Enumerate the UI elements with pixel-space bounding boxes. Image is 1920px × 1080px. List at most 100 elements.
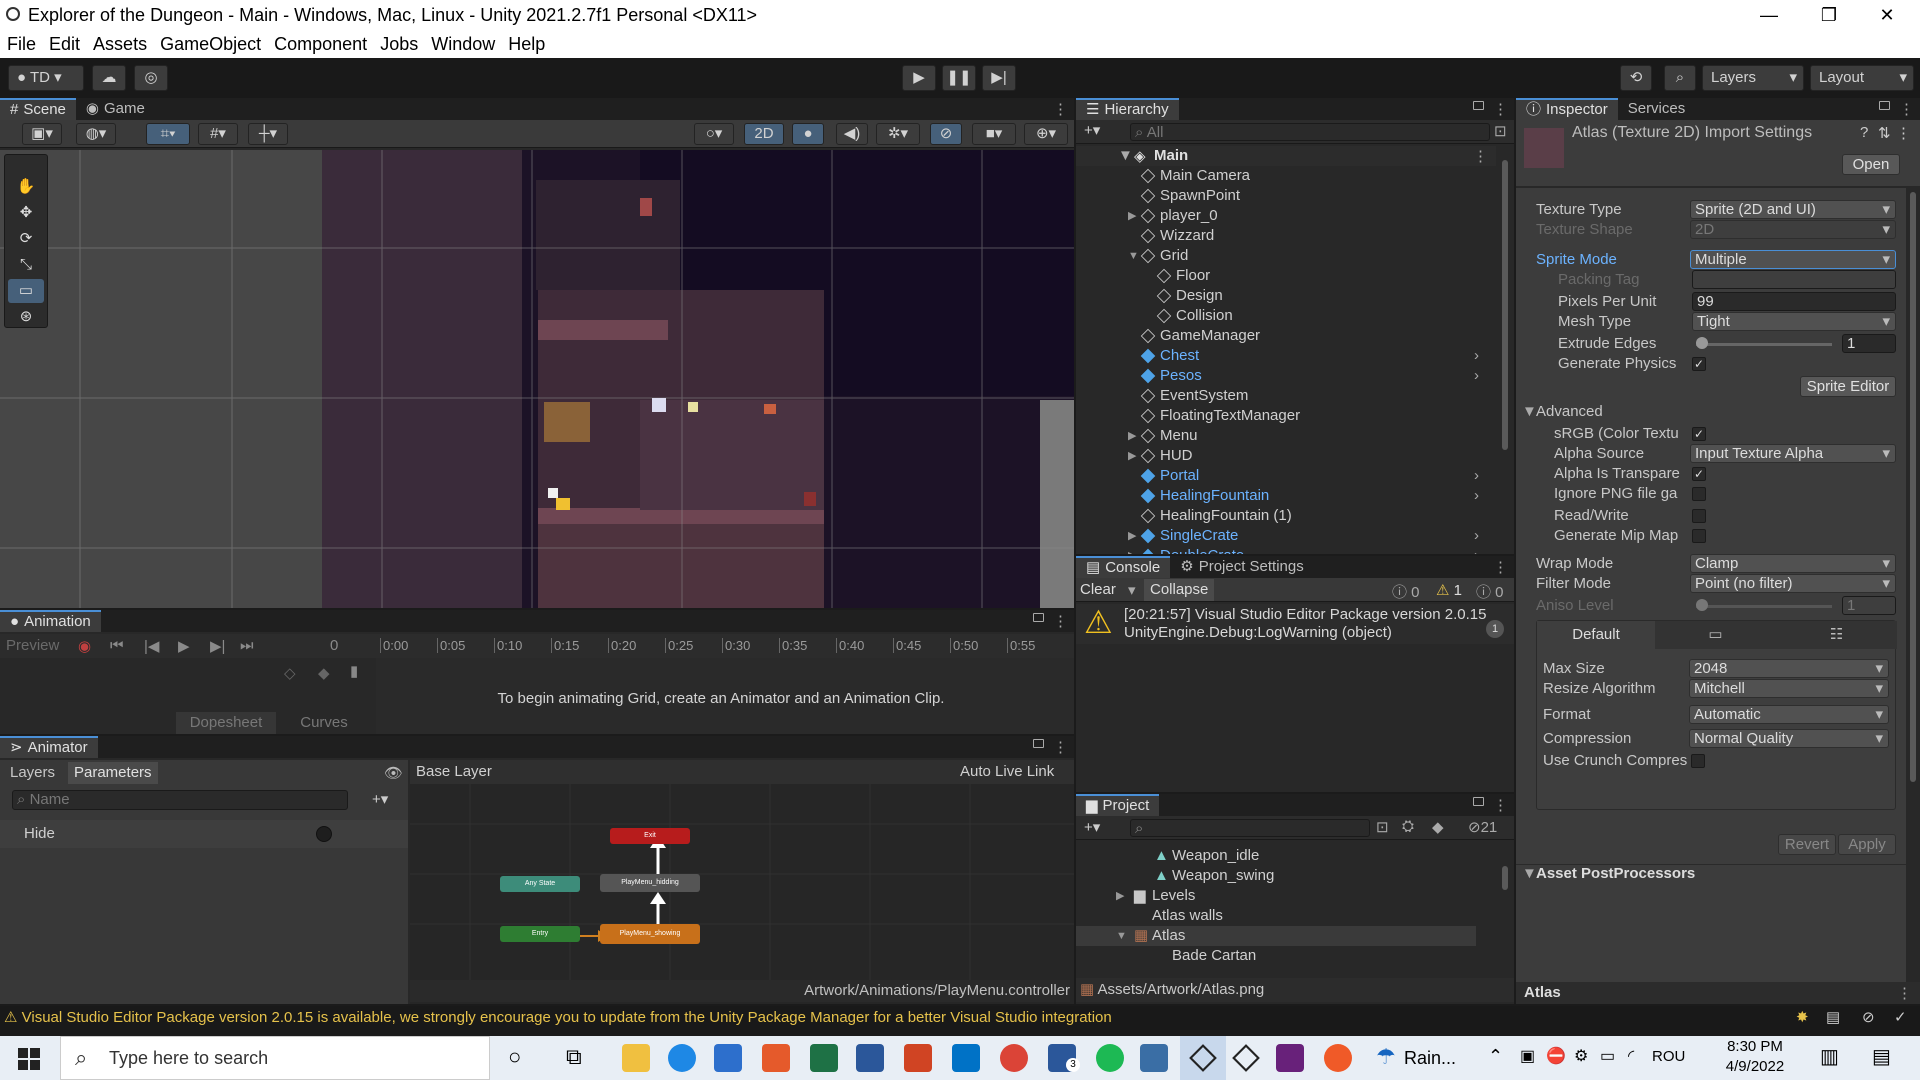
hierarchy-row[interactable]: ▶ DoubleCrate › bbox=[1076, 546, 1479, 554]
hierarchy-row[interactable]: Pesos › bbox=[1076, 366, 1479, 386]
lock-icon[interactable] bbox=[1033, 613, 1044, 622]
chevron-up-icon[interactable]: ⌃ bbox=[1488, 1046, 1503, 1067]
mode-2d-toggle[interactable]: 2D bbox=[744, 123, 784, 145]
add-param-button[interactable]: +▾ bbox=[372, 790, 388, 808]
history-button[interactable]: ⟲ bbox=[1620, 65, 1652, 91]
collab-button[interactable]: ◎ bbox=[134, 65, 168, 91]
photos-icon[interactable] bbox=[1140, 1044, 1168, 1072]
preview-toggle[interactable]: Preview bbox=[6, 637, 59, 654]
tab-game[interactable]: ◉ Game bbox=[76, 98, 155, 120]
frame-field[interactable]: 0 bbox=[330, 637, 338, 654]
close-button[interactable]: ✕ bbox=[1864, 2, 1910, 28]
filter-mode-dropdown[interactable]: Point (no filter) bbox=[1690, 574, 1896, 593]
ppu-input[interactable]: 99 bbox=[1692, 292, 1896, 311]
tab-project[interactable]: ▆ Project bbox=[1076, 794, 1160, 816]
increment-snap[interactable]: ┼▾ bbox=[248, 123, 288, 145]
state-showing[interactable]: PlayMenu_showing bbox=[600, 924, 700, 944]
wifi-icon[interactable]: ◜ bbox=[1628, 1046, 1634, 1066]
hierarchy-row[interactable]: FloatingTextManager bbox=[1076, 406, 1476, 426]
animator-graph[interactable]: Base Layer Auto Live Link Exit Any State… bbox=[410, 760, 1074, 1004]
inspector-scrollbar[interactable] bbox=[1908, 188, 1918, 828]
sprite-mode-dropdown[interactable]: Multiple bbox=[1690, 250, 1896, 269]
more-icon[interactable]: ⋮ bbox=[1493, 558, 1508, 576]
revert-button[interactable]: Revert bbox=[1778, 834, 1836, 855]
more-icon[interactable]: ⋮ bbox=[1053, 738, 1068, 756]
warning-count[interactable]: ⚠ 1 bbox=[1436, 581, 1462, 599]
clock-date[interactable]: 4/9/2022 bbox=[1714, 1058, 1796, 1075]
grid-toggle[interactable]: #▾ bbox=[198, 123, 238, 145]
progress-icon[interactable]: ✸ bbox=[1796, 1006, 1809, 1030]
extrude-input[interactable]: 1 bbox=[1842, 334, 1896, 353]
prefab-open-icon[interactable]: › bbox=[1474, 346, 1479, 366]
label-icon[interactable]: ◆ bbox=[1432, 818, 1444, 836]
prev-key-icon[interactable]: |◀ bbox=[144, 637, 159, 655]
more-icon[interactable]: ⋮ bbox=[1897, 984, 1912, 1002]
error-count[interactable]: ⓘ 0 bbox=[1476, 581, 1504, 602]
play-button[interactable]: ▶ bbox=[902, 65, 936, 91]
lock-icon[interactable] bbox=[1473, 797, 1484, 806]
menu-window[interactable]: Window bbox=[424, 34, 501, 55]
hierarchy-row[interactable]: Design bbox=[1076, 286, 1476, 306]
edge-icon[interactable] bbox=[668, 1044, 696, 1072]
scene-root-row[interactable]: ▼ ◈ Main ⋮ bbox=[1076, 146, 1496, 166]
state-hidding[interactable]: PlayMenu_hidding bbox=[600, 874, 700, 892]
account-dropdown[interactable]: ● TD ▾ bbox=[8, 65, 84, 91]
format-dropdown[interactable]: Automatic bbox=[1689, 705, 1889, 724]
event-marker-icon[interactable]: ▮ bbox=[350, 662, 358, 680]
collapse-toggle[interactable]: Collapse bbox=[1144, 579, 1215, 601]
create-asset-button[interactable]: +▾ bbox=[1084, 818, 1100, 836]
console-log-row[interactable]: ⚠ [20:21:57] Visual Studio Editor Packag… bbox=[1076, 604, 1514, 644]
store-icon[interactable] bbox=[714, 1044, 742, 1072]
minimize-button[interactable]: — bbox=[1746, 2, 1792, 28]
open-button[interactable]: Open bbox=[1842, 154, 1900, 175]
mail-icon[interactable] bbox=[952, 1044, 980, 1072]
sprite-editor-button[interactable]: Sprite Editor bbox=[1800, 376, 1896, 397]
pivot-dropdown[interactable]: ◍▾ bbox=[76, 123, 116, 145]
crunch-checkbox[interactable] bbox=[1691, 754, 1705, 768]
cloud-button[interactable]: ☁ bbox=[92, 65, 126, 91]
cortana-icon[interactable]: ○ bbox=[508, 1044, 521, 1070]
gen-physics-checkbox[interactable]: ✓ bbox=[1692, 357, 1706, 371]
unity-taskbar-active[interactable] bbox=[1180, 1036, 1226, 1080]
more-icon[interactable]: ⋮ bbox=[1899, 100, 1914, 118]
search-type-icon[interactable]: ⊡ bbox=[1376, 818, 1389, 836]
maximize-button[interactable]: ❐ bbox=[1806, 2, 1852, 28]
file-explorer-icon[interactable] bbox=[622, 1044, 650, 1072]
preset-icon[interactable]: ⇅ bbox=[1878, 124, 1891, 142]
hierarchy-row[interactable]: Wizzard bbox=[1076, 226, 1476, 246]
hierarchy-row[interactable]: HealingFountain (1) bbox=[1076, 506, 1476, 526]
tab-services[interactable]: Services bbox=[1618, 98, 1696, 120]
eye-icon[interactable]: 👁 bbox=[384, 764, 403, 782]
tray-icon-3[interactable]: ⚙ bbox=[1574, 1046, 1588, 1066]
base-layer-breadcrumb[interactable]: Base Layer bbox=[416, 763, 492, 780]
tray-icon-2[interactable]: ⛔ bbox=[1546, 1046, 1566, 1066]
more-icon[interactable]: ⋮ bbox=[1053, 100, 1068, 118]
effects-dropdown[interactable]: ✲▾ bbox=[876, 123, 920, 145]
add-key-icon[interactable]: ◇ bbox=[284, 664, 296, 682]
teams-icon[interactable]: 3 bbox=[1048, 1044, 1080, 1072]
language-indicator[interactable]: ROU bbox=[1652, 1048, 1685, 1065]
prefab-open-icon[interactable]: › bbox=[1474, 466, 1479, 486]
dopesheet-tab[interactable]: Dopesheet bbox=[176, 712, 276, 734]
clock-time[interactable]: 8:30 PM bbox=[1720, 1038, 1790, 1055]
clear-button[interactable]: Clear bbox=[1080, 581, 1116, 598]
extrude-slider-handle[interactable] bbox=[1696, 337, 1708, 349]
lock-icon[interactable] bbox=[1473, 101, 1484, 110]
hierarchy-row[interactable]: EventSystem bbox=[1076, 386, 1476, 406]
gizmos-dropdown[interactable]: ⊕▾ bbox=[1024, 123, 1068, 145]
project-item[interactable]: ▼ ▦ Atlas bbox=[1076, 926, 1476, 946]
audio-toggle[interactable]: ◀) bbox=[836, 123, 868, 145]
hierarchy-row[interactable]: Main Camera bbox=[1076, 166, 1476, 186]
apply-button[interactable]: Apply bbox=[1838, 834, 1896, 855]
hidden-packages-toggle[interactable]: ⊘21 bbox=[1468, 818, 1497, 836]
project-scrollbar[interactable] bbox=[1500, 842, 1510, 972]
prefab-open-icon[interactable]: › bbox=[1474, 486, 1479, 506]
play-icon[interactable]: ▶ bbox=[178, 637, 190, 655]
resize-dropdown[interactable]: Mitchell bbox=[1689, 679, 1889, 698]
excel-icon[interactable] bbox=[810, 1044, 838, 1072]
expand-arrow-icon[interactable]: ▼ bbox=[1116, 926, 1127, 946]
menu-jobs[interactable]: Jobs bbox=[373, 34, 424, 55]
hierarchy-row[interactable]: ▶ HUD bbox=[1076, 446, 1476, 466]
more-icon[interactable]: ⋮ bbox=[1493, 796, 1508, 814]
tab-animator[interactable]: ⋗ Animator bbox=[0, 736, 98, 758]
